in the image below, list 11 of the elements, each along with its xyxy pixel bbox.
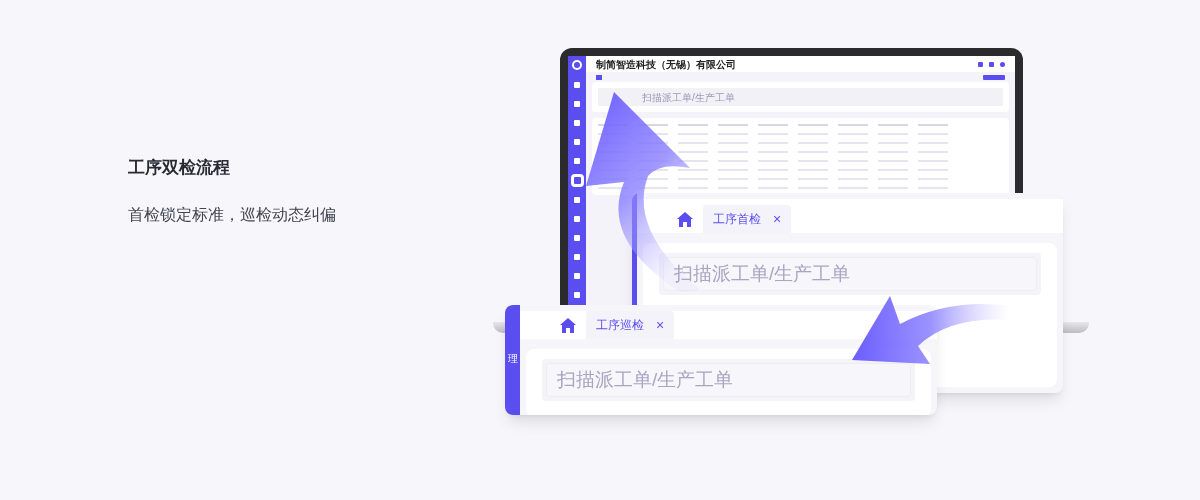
close-icon[interactable]: × — [656, 314, 665, 336]
action-button[interactable] — [983, 74, 1005, 80]
sidebar-icon[interactable] — [573, 177, 581, 184]
tab[interactable]: 工序巡检 × — [586, 311, 675, 339]
logo-icon — [572, 60, 582, 70]
subheading: 首检锁定标准，巡检动态纠偏 — [128, 204, 336, 225]
heading: 工序双检流程 — [128, 157, 231, 179]
tab[interactable]: 工序首检 × — [703, 205, 792, 233]
close-icon[interactable]: × — [773, 208, 782, 230]
company-name: 制简智造科技（无锡）有限公司 — [596, 57, 736, 72]
sidebar-label[interactable]: 理 — [507, 351, 518, 366]
